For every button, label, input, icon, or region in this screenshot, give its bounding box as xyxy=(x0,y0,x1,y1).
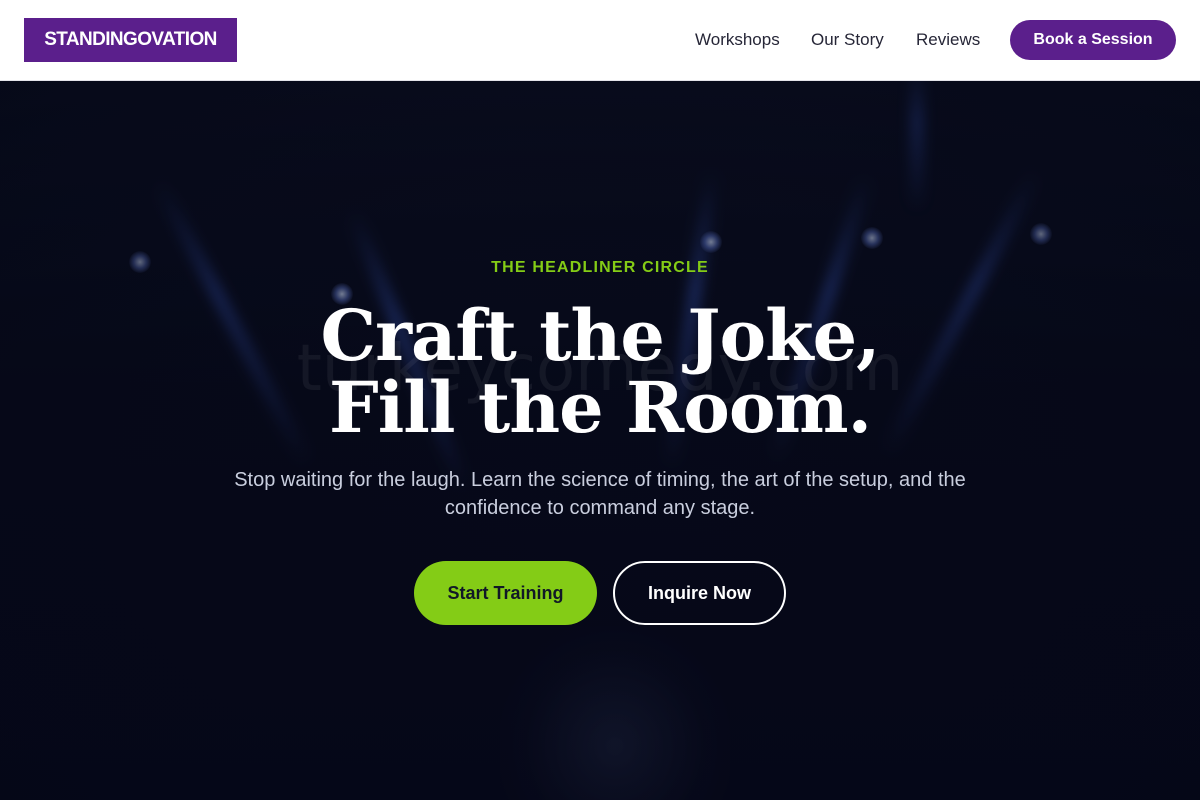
headline-line-1: Craft the Joke, xyxy=(320,294,880,377)
headline-line-2: Fill the Room. xyxy=(329,366,872,449)
nav-workshops[interactable]: Workshops xyxy=(695,29,780,51)
hero-headline: Craft the Joke, Fill the Room. xyxy=(0,300,1200,444)
inquire-now-button[interactable]: Inquire Now xyxy=(613,561,786,625)
site-header: STANDINGOVATION Workshops Our Story Revi… xyxy=(0,0,1200,81)
start-training-button[interactable]: Start Training xyxy=(414,561,597,625)
book-session-button[interactable]: Book a Session xyxy=(1010,20,1176,60)
hero-eyebrow: THE HEADLINER CIRCLE xyxy=(491,259,709,276)
hero-subtext: Stop waiting for the laugh. Learn the sc… xyxy=(234,469,966,519)
nav-reviews[interactable]: Reviews xyxy=(916,29,980,51)
brand-logo[interactable]: STANDINGOVATION xyxy=(24,18,237,62)
nav-our-story[interactable]: Our Story xyxy=(811,29,884,51)
